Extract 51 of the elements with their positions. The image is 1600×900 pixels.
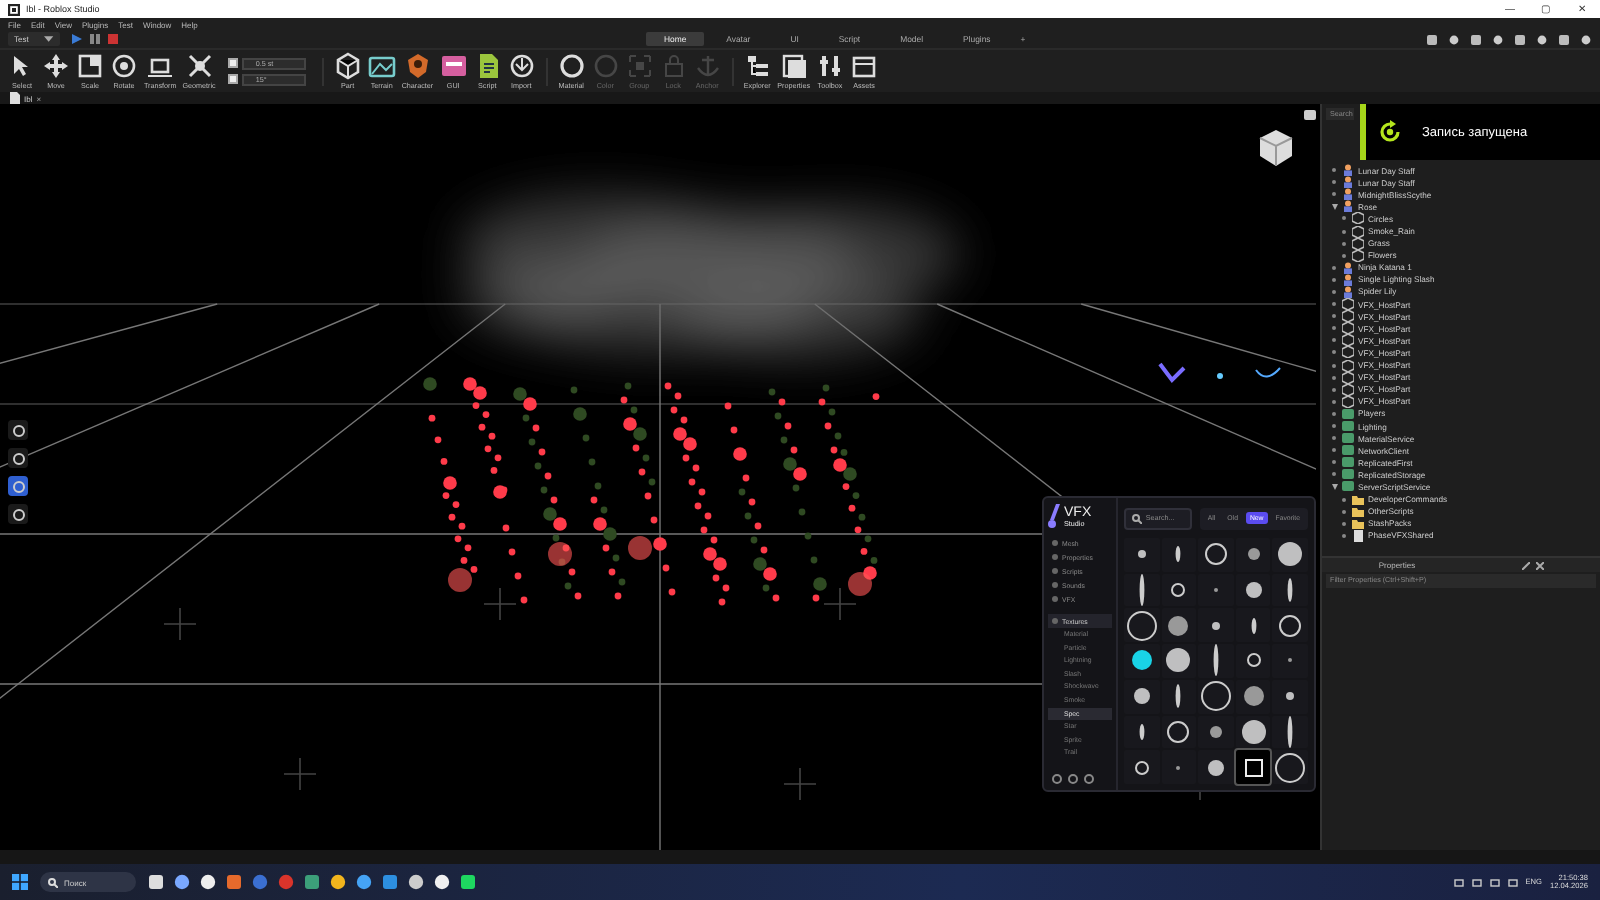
dot-icon xyxy=(1052,568,1058,574)
texture-thumbnail[interactable] xyxy=(1274,538,1307,571)
viewport-tool-button[interactable] xyxy=(8,448,28,468)
search-icon xyxy=(1131,513,1142,523)
texture-thumbnail[interactable] xyxy=(1125,609,1158,642)
dot-icon xyxy=(1052,596,1058,602)
viewport-tool-button[interactable] xyxy=(8,420,28,440)
cube-icon xyxy=(333,52,362,80)
snap-icon xyxy=(185,52,214,80)
script-icon xyxy=(1352,529,1364,542)
texture-thumbnail[interactable] xyxy=(1199,680,1232,713)
view-cube-icon xyxy=(1256,128,1296,168)
import-icon xyxy=(507,52,536,80)
caret-icon xyxy=(44,36,54,42)
box-icon xyxy=(850,52,878,80)
texture-thumbnail[interactable] xyxy=(1162,644,1195,677)
stop-icon xyxy=(108,34,118,44)
texture-thumbnail[interactable] xyxy=(1274,751,1307,784)
play-icon xyxy=(72,34,82,44)
texture-thumbnail[interactable] xyxy=(1199,538,1232,571)
lock-icon xyxy=(659,52,688,80)
dot-icon xyxy=(1052,554,1058,560)
search-icon xyxy=(48,877,58,887)
tree-icon xyxy=(743,52,772,80)
dot-icon xyxy=(1052,582,1058,588)
close-icon xyxy=(1535,561,1544,569)
viewport-tool-button[interactable] xyxy=(8,504,28,524)
sphere-icon xyxy=(557,52,586,80)
tools-icon xyxy=(816,52,844,80)
dot-icon xyxy=(1052,540,1058,546)
group-icon xyxy=(625,52,654,80)
window-icon xyxy=(439,52,468,80)
anchor-icon xyxy=(693,52,722,80)
viewport-tool-button[interactable] xyxy=(8,476,28,496)
pause-icon xyxy=(90,34,100,44)
windows-start-icon[interactable] xyxy=(12,874,28,890)
texture-thumbnail[interactable] xyxy=(1274,609,1307,642)
file-icon xyxy=(10,92,20,104)
pin-icon xyxy=(1521,561,1530,569)
texture-thumbnail[interactable] xyxy=(1237,715,1270,748)
record-icon xyxy=(1378,120,1402,144)
sparkle-drawing xyxy=(1158,362,1281,384)
list-icon xyxy=(779,52,808,80)
character-icon xyxy=(403,52,432,80)
terrain-icon xyxy=(367,52,396,80)
snap-checkbox[interactable] xyxy=(227,74,238,84)
rotate-icon xyxy=(110,52,138,80)
dot-icon xyxy=(1052,618,1058,624)
scale-icon xyxy=(76,52,104,80)
snap-checkbox[interactable] xyxy=(227,58,238,68)
texture-thumbnail[interactable] xyxy=(1162,715,1195,748)
